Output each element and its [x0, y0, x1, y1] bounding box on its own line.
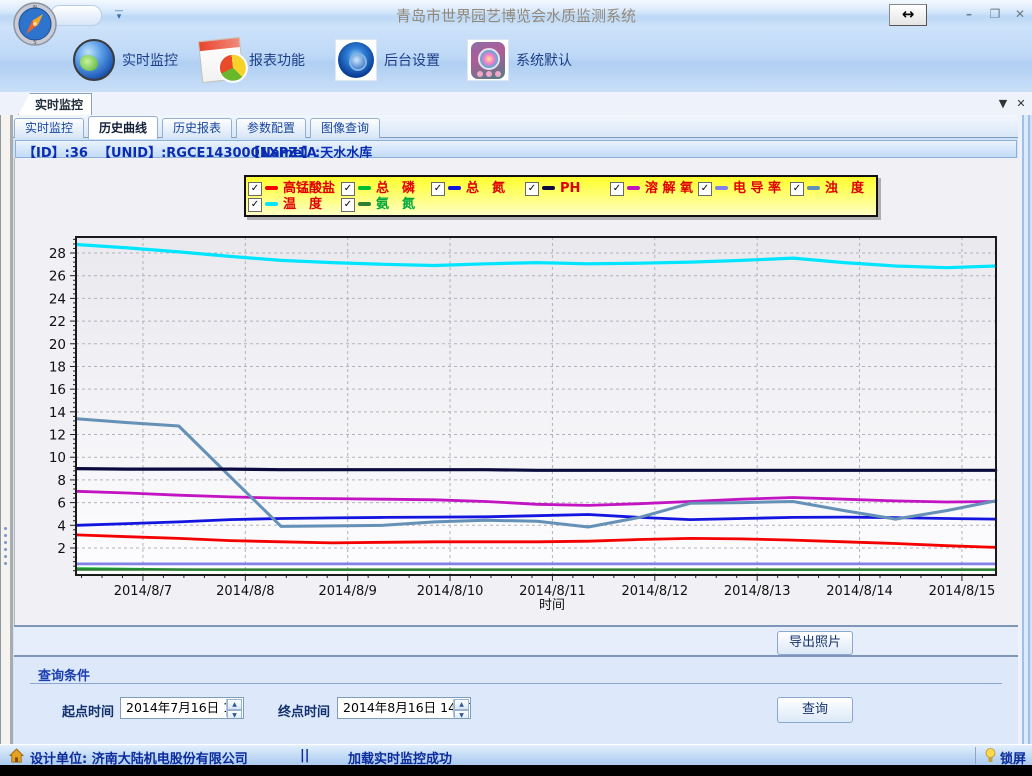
toolbar-item-label: 报表功能 [249, 50, 305, 70]
x-axis-tick-label: 2014/8/8 [216, 584, 274, 599]
spin-down-icon: ▼ [454, 710, 469, 719]
tab-close-icon[interactable]: ✕ [1013, 96, 1029, 112]
y-axis-tick-label: 28 [49, 246, 66, 262]
end-time-label: 终点时间 [278, 701, 330, 720]
x-axis-title: 时间 [512, 594, 592, 613]
status-bar: 设计单位: 济南大陆机电股份有限公司 || 加载实时监控成功 锁屏 [0, 744, 1032, 766]
y-axis-tick-label: 8 [57, 473, 66, 489]
export-band: 导出照片 [14, 625, 1018, 657]
minimize-button[interactable]: – [958, 6, 980, 22]
quick-access-pill [50, 5, 102, 26]
subtab-实时监控[interactable]: 实时监控 [14, 118, 84, 138]
x-axis-tick-label: 2014/8/14 [826, 584, 893, 599]
tab-realtime-monitor[interactable]: 实时监控 [18, 93, 92, 115]
station-info-bar: 【ID】:36 【UNID】:RGCE1430001XPZ1A 【Name】:天… [15, 140, 1017, 158]
y-axis-tick-label: 26 [49, 269, 66, 285]
x-axis-tick-label: 2014/8/15 [929, 584, 996, 599]
divider [30, 683, 1002, 684]
divider [975, 747, 976, 764]
close-button[interactable]: ✕ [1009, 6, 1031, 22]
spin-up-icon: ▲ [454, 699, 469, 710]
start-time-label: 起点时间 [62, 701, 114, 720]
toolbar-item-globe[interactable]: 实时监控 [73, 38, 178, 82]
y-axis-tick-label: 22 [49, 314, 66, 330]
toolbar-item-label: 实时监控 [122, 50, 178, 70]
maximize-icon: ❐ [990, 7, 1001, 21]
toolbar-item-report[interactable]: 报表功能 [200, 38, 305, 82]
minimize-icon: – [966, 7, 972, 21]
subtab-strip: 实时监控历史曲线历史报表参数配置图像查询 [0, 115, 1032, 138]
toolbar-item-label: 系统默认 [516, 50, 572, 70]
right-frame-border [1018, 115, 1032, 744]
plot-area [76, 237, 996, 575]
y-axis-tick-label: 4 [57, 518, 66, 534]
x-axis-tick-label: 2014/8/12 [621, 584, 688, 599]
end-time-input[interactable]: 2014年8月16日 14:27:: ▲ ▼ [337, 697, 471, 719]
window-title: 青岛市世界园艺博览会水质监测系统 [0, 5, 1032, 26]
application-window: 青岛市世界园艺博览会水质监测系统 —▾ ↔ – ❐ ✕ N S 实时监控 报表功能… [0, 0, 1032, 776]
toolbar-item-system[interactable]: 系统默认 [467, 38, 572, 82]
y-axis-tick-label: 10 [49, 450, 66, 466]
toolbar-item-settings[interactable]: 后台设置 [335, 38, 440, 82]
y-axis-tick-label: 20 [49, 337, 66, 353]
app-compass-icon[interactable]: N S [13, 2, 57, 46]
splitter-handle[interactable] [4, 527, 8, 571]
status-separator: || [300, 748, 310, 763]
screen-bottom-strip [0, 765, 1032, 776]
tab-scroll-caret-icon[interactable]: ▼ [995, 96, 1011, 112]
history-curve-panel: ✓高锰酸盐✓总 磷✓总 氮✓PH✓溶 解 氧✓电 导 率✓浊 度✓温 度✓氨 氮… [14, 158, 1018, 625]
start-time-spinner[interactable]: ▲ ▼ [226, 699, 242, 717]
maximize-button[interactable]: ❐ [984, 6, 1006, 22]
close-icon: ✕ [1015, 7, 1025, 21]
system-icon-dots [477, 71, 501, 77]
y-axis-tick-label: 12 [49, 428, 66, 444]
export-photo-button[interactable]: 导出照片 [777, 631, 853, 655]
quick-access-caret-icon[interactable]: —▾ [112, 8, 126, 20]
svg-text:S: S [33, 40, 36, 46]
query-conditions-title: 查询条件 [38, 665, 90, 684]
query-button[interactable]: 查询 [777, 697, 853, 723]
series-line [76, 469, 995, 471]
query-conditions-panel: 查询条件 起点时间 2014年7月16日 14:27: ▲ ▼ 终点时间 201… [14, 657, 1018, 744]
home-icon [9, 748, 24, 763]
spin-up-icon: ▲ [227, 699, 242, 710]
subtab-active-历史曲线[interactable]: 历史曲线 [88, 116, 158, 139]
y-axis-tick-label: 24 [49, 291, 66, 307]
toolbar-item-label: 后台设置 [384, 50, 440, 70]
chart-plot: 2468101214161820222426282014/8/72014/8/8… [15, 158, 1019, 625]
y-axis-tick-label: 18 [49, 359, 66, 375]
end-time-value: 2014年8月16日 14:27:: [343, 700, 471, 715]
end-time-spinner[interactable]: ▲ ▼ [453, 699, 469, 717]
y-axis-tick-label: 6 [57, 496, 66, 512]
subtab-参数配置[interactable]: 参数配置 [236, 118, 306, 138]
main-toolbar: 实时监控 报表功能 后台设置 系统默认 [0, 28, 1032, 94]
x-axis-tick-label: 2014/8/10 [417, 584, 484, 599]
settings-icon [335, 39, 377, 81]
svg-text:N: N [33, 5, 37, 11]
x-axis-tick-label: 2014/8/13 [724, 584, 791, 599]
system-icon [467, 39, 509, 81]
resize-icon: ↔ [902, 5, 915, 23]
spin-down-icon: ▼ [227, 710, 242, 719]
subtab-历史报表[interactable]: 历史报表 [162, 118, 232, 138]
subtab-图像查询[interactable]: 图像查询 [310, 118, 380, 138]
report-icon [198, 37, 244, 83]
y-axis-tick-label: 2 [57, 541, 66, 557]
start-time-input[interactable]: 2014年7月16日 14:27: ▲ ▼ [120, 697, 244, 719]
x-axis-tick-label: 2014/8/7 [114, 584, 172, 599]
x-axis-tick-label: 2014/8/9 [318, 584, 376, 599]
resize-button[interactable]: ↔ [889, 4, 927, 26]
y-axis-tick-label: 16 [49, 382, 66, 398]
left-panel-splitter[interactable] [0, 115, 13, 744]
lock-screen-icon [984, 748, 997, 763]
globe-icon [73, 39, 115, 81]
document-tab-row: 实时监控 ▼ ✕ [0, 92, 1032, 116]
title-bar: 青岛市世界园艺博览会水质监测系统 —▾ ↔ – ❐ ✕ [0, 0, 1032, 29]
y-axis-tick-label: 14 [49, 405, 66, 421]
